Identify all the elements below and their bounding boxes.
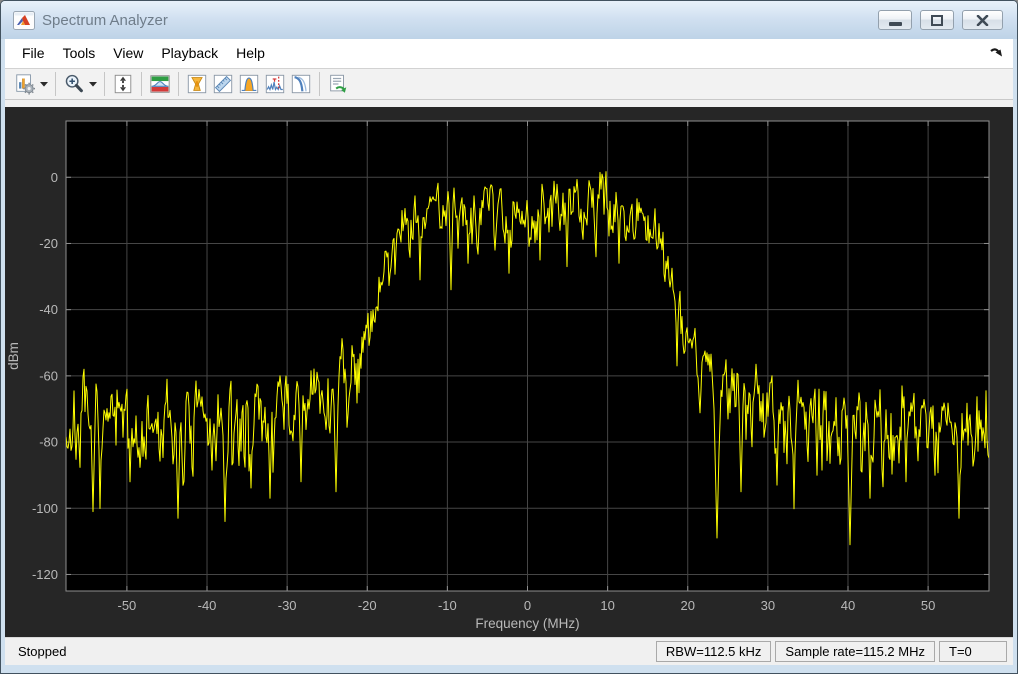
- distortion-measurements-button[interactable]: [288, 71, 314, 97]
- minimize-button[interactable]: [878, 10, 912, 30]
- rbw-panel: RBW=112.5 kHz: [655, 641, 772, 662]
- toolbar: [5, 69, 1013, 100]
- distortion-measurements-icon: [291, 74, 311, 94]
- peak-finder-button[interactable]: [262, 71, 288, 97]
- titlebar: Spectrum Analyzer: [1, 1, 1017, 39]
- dropdown-arrow-icon: [40, 81, 48, 87]
- status-text: Stopped: [18, 644, 67, 659]
- menu-playback[interactable]: Playback: [152, 39, 227, 68]
- svg-text:30: 30: [761, 598, 775, 613]
- close-icon: [976, 14, 989, 26]
- window-controls: [878, 10, 1003, 30]
- svg-text:-20: -20: [358, 598, 377, 613]
- toolbar-separator: [55, 72, 56, 96]
- svg-text:20: 20: [681, 598, 695, 613]
- svg-text:-40: -40: [39, 302, 58, 317]
- svg-text:-30: -30: [278, 598, 297, 613]
- generate-script-icon: [330, 74, 347, 93]
- channel-measurements-button[interactable]: [236, 71, 262, 97]
- menu-help[interactable]: Help: [227, 39, 274, 68]
- peak-finder-icon: [265, 74, 285, 94]
- figure-area: -50 -40 -30 -20 -10 0 10 20 30 40 50 0 -20 -40 -60 -80-…: [5, 107, 1013, 637]
- svg-text:dBm: dBm: [6, 342, 21, 370]
- svg-text:40: 40: [841, 598, 855, 613]
- svg-text:-20: -20: [39, 236, 58, 251]
- toolbar-separator: [104, 72, 105, 96]
- spectral-mask-button[interactable]: [184, 71, 210, 97]
- menubar: File Tools View Playback Help: [5, 39, 1013, 69]
- measurements-ruler-icon: [213, 74, 233, 94]
- statusbar: Stopped RBW=112.5 kHz Sample rate=115.2 …: [5, 637, 1013, 665]
- menu-tools[interactable]: Tools: [54, 39, 105, 68]
- time-panel: T=0: [939, 641, 1007, 662]
- colormap-spectrogram-icon: [150, 75, 170, 93]
- zoom-in-button[interactable]: [61, 71, 87, 97]
- svg-text:10: 10: [600, 598, 614, 613]
- measurements-button[interactable]: [210, 71, 236, 97]
- colormap-button[interactable]: [147, 71, 173, 97]
- maximize-icon: [931, 14, 943, 26]
- menu-file[interactable]: File: [13, 39, 54, 68]
- client-area: File Tools View Playback Help -50 -40 -3…: [5, 39, 1013, 665]
- matlab-app-icon: [13, 10, 35, 30]
- svg-text:Frequency (MHz): Frequency (MHz): [475, 616, 579, 631]
- channel-measurements-icon: [239, 74, 259, 94]
- zoom-dropdown[interactable]: [87, 71, 99, 97]
- scope-settings-icon: [16, 74, 35, 95]
- spectrum-plot[interactable]: -50 -40 -30 -20 -10 0 10 20 30 40 500-20-40-60-80-…: [5, 107, 1013, 637]
- menu-view[interactable]: View: [104, 39, 152, 68]
- zoom-in-icon: [65, 74, 83, 93]
- maximize-button[interactable]: [920, 10, 954, 30]
- figure-gap: [5, 100, 1013, 107]
- full-span-button[interactable]: [110, 71, 136, 97]
- dropdown-arrow-icon: [89, 81, 97, 87]
- window-title: Spectrum Analyzer: [42, 11, 168, 29]
- minimize-icon: [888, 21, 902, 26]
- toolbar-separator: [319, 72, 320, 96]
- svg-text:-50: -50: [117, 598, 136, 613]
- spectrum-analyzer-window: Spectrum Analyzer File Tools View Playba…: [0, 0, 1018, 674]
- spectral-mask-icon: [187, 74, 207, 94]
- svg-text:-80: -80: [39, 435, 58, 450]
- svg-text:-120: -120: [32, 567, 58, 582]
- sample-rate-panel: Sample rate=115.2 MHz: [775, 641, 935, 662]
- menubar-arrow-icon[interactable]: [989, 46, 1003, 64]
- scope-settings-dropdown[interactable]: [38, 71, 50, 97]
- toolbar-separator: [178, 72, 179, 96]
- svg-text:50: 50: [921, 598, 935, 613]
- svg-text:-100: -100: [32, 501, 58, 516]
- svg-text:0: 0: [51, 170, 58, 185]
- svg-text:-40: -40: [198, 598, 217, 613]
- toolbar-separator: [141, 72, 142, 96]
- svg-text:0: 0: [524, 598, 531, 613]
- full-span-icon: [114, 74, 132, 94]
- svg-text:-10: -10: [438, 598, 457, 613]
- scope-settings-button[interactable]: [12, 71, 38, 97]
- generate-script-button[interactable]: [325, 71, 351, 97]
- svg-text:-60: -60: [39, 368, 58, 383]
- close-button[interactable]: [962, 10, 1003, 30]
